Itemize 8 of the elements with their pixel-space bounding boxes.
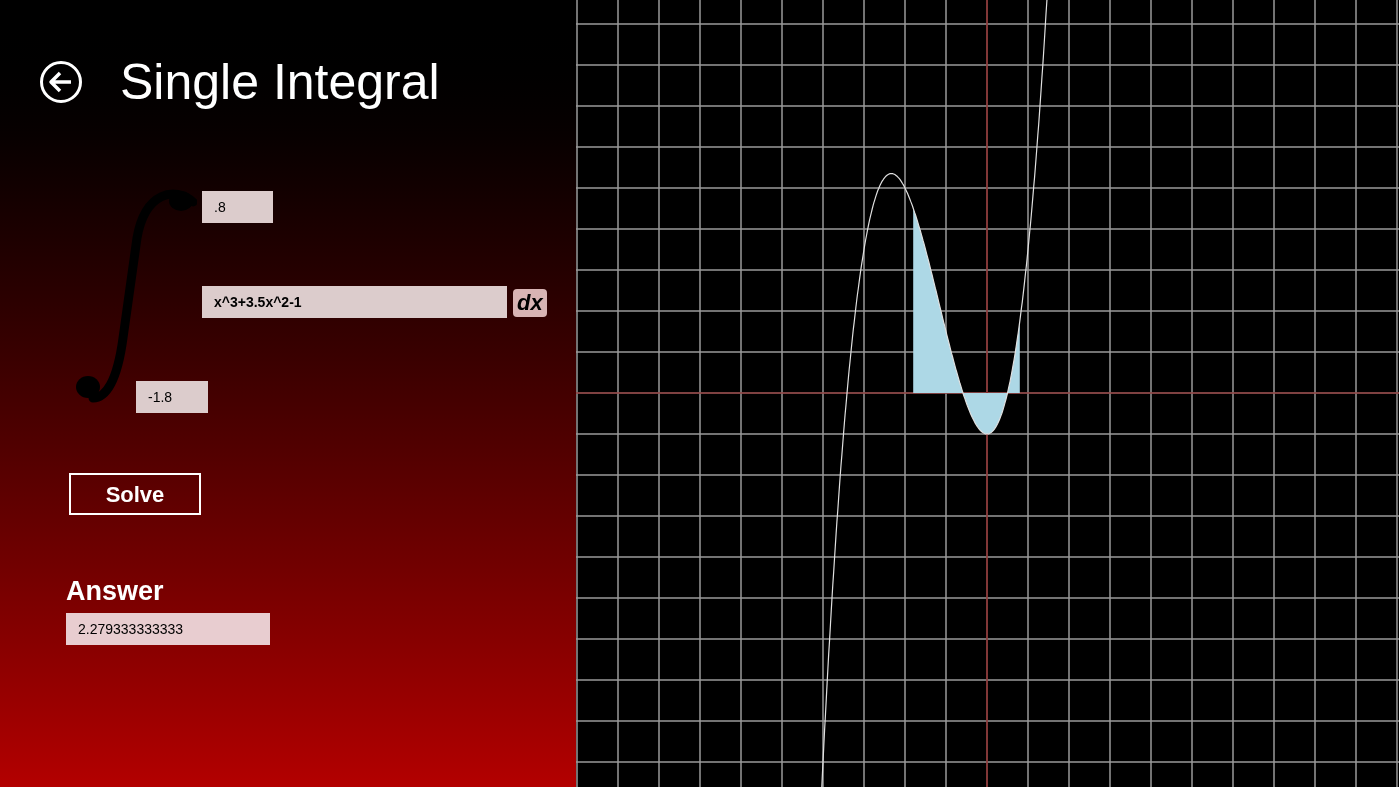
answer-label: Answer bbox=[66, 578, 165, 605]
answer-field[interactable]: 2.279333333333 bbox=[66, 613, 270, 645]
lower-limit-field[interactable]: -1.8 bbox=[136, 381, 208, 413]
integrand-field[interactable]: x^3+3.5x^2-1 bbox=[202, 286, 507, 318]
solve-button[interactable]: Solve bbox=[69, 473, 201, 515]
page-title: Single Integral bbox=[120, 57, 440, 107]
differential-label: dx bbox=[513, 289, 547, 317]
upper-limit-field[interactable]: .8 bbox=[202, 191, 273, 223]
